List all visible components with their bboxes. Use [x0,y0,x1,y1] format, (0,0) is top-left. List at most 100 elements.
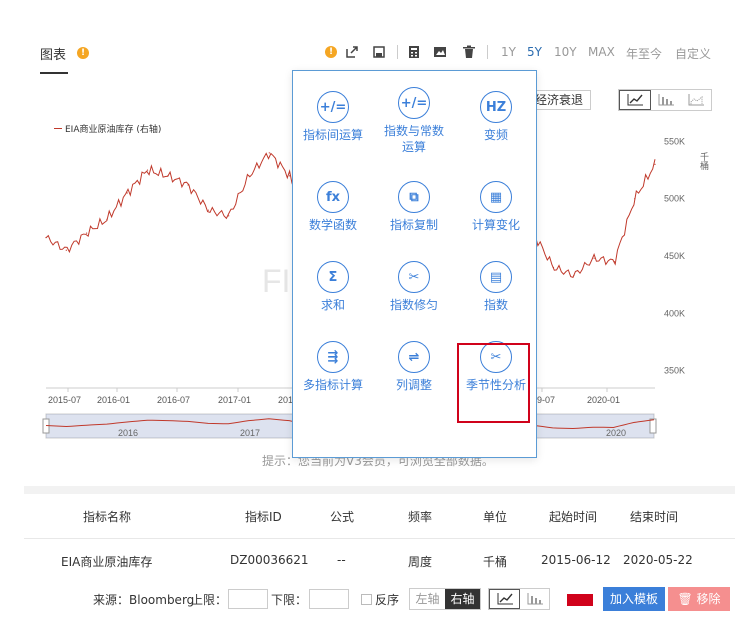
cell-name[interactable]: EIA商业原油库存 [61,553,152,570]
cell-start: 2015-06-12 [541,553,611,567]
data-point [613,261,616,263]
data-point [289,175,291,177]
col-header-unit: 单位 [483,510,508,524]
menu-item-label: 指标复制 [389,218,438,232]
navigator-year-label: 2017 [240,428,260,438]
menu-item-icon: ⇌ [398,341,430,373]
data-point [634,198,636,200]
menu-item-2[interactable]: HZ 变频 [454,91,538,143]
menu-item-4[interactable]: ⧉ 指标复制 [372,181,456,233]
data-point [654,163,656,165]
data-point [86,232,88,234]
col-header-start: 起始时间 [549,510,598,524]
menu-item-label: 指数与常数运算 [383,124,444,154]
menu-item-icon: ✂ [398,261,430,293]
reverse-label: 反序 [375,593,400,607]
menu-item-10[interactable]: ⇌ 列调整 [372,341,456,393]
menu-item-9[interactable]: ⇶ 多指标计算 [291,341,375,393]
menu-item-label: 计算变化 [471,218,520,232]
line-chart-icon[interactable] [489,589,520,609]
data-point [207,209,209,211]
menu-item-icon: HZ [480,91,512,123]
menu-item-icon: ▤ [480,261,512,293]
calculation-menu: +/= 指标间运算 +/= 指数与常数运算 HZ 变频 fx 数学函数 ⧉ 指标复制 ▦ 计算变化 Σ 求… [292,70,537,458]
menu-item-label: 求和 [320,298,345,312]
y-tick-label: 450K [664,251,685,261]
series-chart-type [488,588,550,610]
data-point [593,257,595,259]
upper-label: 上限： [191,593,228,607]
trash-icon: 🗑 [677,592,697,606]
menu-item-7[interactable]: ✂ 指数修匀 [372,261,456,313]
reverse-checkbox[interactable] [361,594,372,605]
x-tick-label: 2015-07 [48,395,81,405]
cell-end: 2020-05-22 [623,553,693,567]
right-axis-option[interactable]: 右轴 [445,589,480,609]
data-point [228,215,230,217]
menu-item-5[interactable]: ▦ 计算变化 [454,181,538,233]
lower-limit-input[interactable] [309,589,349,609]
col-header-frequency: 频率 [408,510,433,524]
y-tick-label: 400K [664,308,685,318]
bar-chart-icon[interactable] [520,589,549,609]
menu-item-icon: ⧉ [398,181,430,213]
col-header-end: 结束时间 [630,510,679,524]
menu-item-label: 指数修匀 [389,298,438,312]
navigator-year-label: 2016 [118,428,138,438]
add-template-button[interactable]: 加入模板 [603,587,665,611]
data-point [146,169,149,171]
data-point [106,218,108,220]
lower-label: 下限： [271,593,308,607]
navigator-handle-right [649,418,657,434]
data-point [167,175,169,177]
cell-id: DZ00036621 [230,553,309,567]
navigator-year-label: 2020 [606,428,626,438]
cell-frequency: 周度 [408,555,433,569]
menu-item-icon: Σ [317,261,349,293]
upper-limit-input[interactable] [228,589,268,609]
watermark-text: FI [262,263,290,299]
data-point [65,249,67,251]
col-header-formula: 公式 [330,510,355,524]
menu-item-icon: ▦ [480,181,512,213]
left-axis-option[interactable]: 左轴 [410,589,445,609]
menu-item-label: 数学函数 [308,218,357,232]
col-header-name: 指标名称 [83,510,132,524]
menu-item-icon: +/= [317,91,349,123]
menu-item-label: 指标间运算 [302,128,363,142]
menu-item-3[interactable]: fx 数学函数 [291,181,375,233]
data-point [268,152,270,154]
menu-item-0[interactable]: +/= 指标间运算 [291,91,375,143]
y-tick-label: 500K [664,194,685,204]
cell-formula: -- [337,553,346,567]
x-tick-label: 2017-01 [218,395,251,405]
source-label: 来源：Bloomberg [93,593,195,607]
data-point [187,184,189,186]
highlight-box [457,343,530,423]
data-point [248,175,250,177]
y-tick-label: 550K [664,136,685,146]
menu-item-label: 指数 [483,298,508,312]
menu-item-1[interactable]: +/= 指数与常数运算 [372,87,456,155]
menu-item-icon: +/= [398,87,430,119]
menu-item-6[interactable]: Σ 求和 [291,261,375,313]
menu-item-label: 列调整 [395,378,432,392]
remove-label: 移除 [696,592,721,606]
data-point [126,192,128,194]
menu-item-8[interactable]: ▤ 指数 [454,261,538,313]
cell-unit: 千桶 [483,555,508,569]
data-point [552,266,555,269]
y-tick-label: 350K [664,366,685,376]
axis-selector: 左轴 右轴 [409,588,481,610]
x-tick-label: 2016-07 [157,395,190,405]
data-point [573,274,575,277]
menu-item-label: 变频 [483,128,508,142]
x-tick-label: 2020-01 [587,395,620,405]
remove-button[interactable]: 🗑 移除 [668,587,730,611]
menu-item-icon: fx [317,181,349,213]
data-point [45,237,47,239]
menu-item-label: 多指标计算 [302,378,363,392]
series-color-swatch[interactable] [567,594,593,606]
col-header-id: 指标ID [245,510,282,524]
x-tick-label: 2016-01 [97,395,130,405]
